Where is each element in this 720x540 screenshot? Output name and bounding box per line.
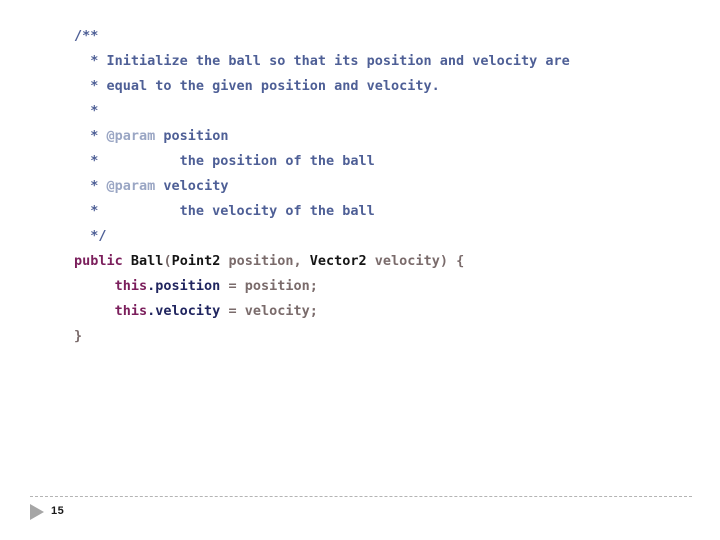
code-listing: /** * Initialize the ball so that its po… [74,24,674,349]
code-line: public Ball(Point2 position, Vector2 vel… [74,249,674,274]
code-token: = position; [220,278,318,294]
code-token: * [74,103,99,119]
footer-divider [30,496,692,497]
code-line: * @param velocity [74,174,674,199]
code-line: /** [74,24,674,49]
code-token: this [114,278,148,294]
code-token: * Initialize the ball so that its positi… [74,53,570,69]
code-token: * equal to the given position and veloci… [74,78,440,94]
code-token: = velocity; [220,303,318,319]
code-token: position [155,128,229,144]
page-number: 15 [51,505,65,517]
code-token: Point2 [171,253,221,269]
code-token: velocity) { [366,253,465,269]
code-line: */ [74,224,674,249]
code-token: @param [106,178,156,194]
code-token: */ [74,228,107,244]
code-token: .position [147,278,221,294]
code-line: this.position = position; [74,274,674,299]
code-token: velocity [155,178,229,194]
code-token: /** [74,28,99,44]
code-line: * [74,99,674,124]
code-token: ( [163,253,172,269]
slide-canvas: /** * Initialize the ball so that its po… [0,0,720,540]
code-token: } [74,328,83,344]
code-line: * equal to the given position and veloci… [74,74,674,99]
code-token: Vector2 [309,253,367,269]
code-token: @param [106,128,156,144]
code-token: position, [220,253,310,269]
code-token: Ball [130,253,164,269]
code-token: * [74,178,107,194]
code-line: * the position of the ball [74,149,674,174]
code-line: * the velocity of the ball [74,199,674,224]
code-line: * Initialize the ball so that its positi… [74,49,674,74]
code-token: * [74,128,107,144]
code-token: * the velocity of the ball [74,203,375,219]
code-line: } [74,324,674,349]
code-line: this.velocity = velocity; [74,299,674,324]
code-token: public [74,253,123,269]
code-token: .velocity [147,303,221,319]
code-token: this [114,303,148,319]
code-token: * the position of the ball [74,153,375,169]
code-line: * @param position [74,124,674,149]
triangle-right-icon [30,504,44,520]
